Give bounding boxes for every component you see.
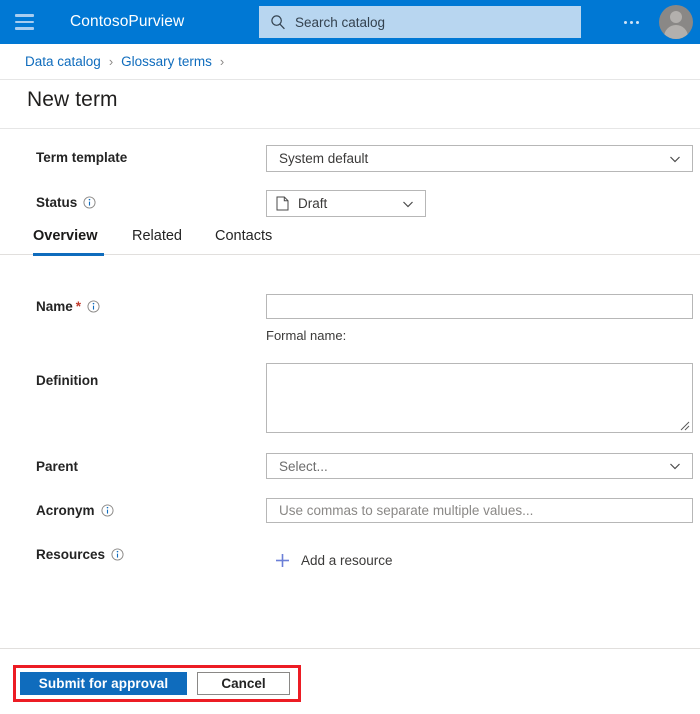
active-tab-indicator bbox=[33, 253, 104, 256]
tab-contacts[interactable]: Contacts bbox=[215, 228, 272, 244]
ellipsis-icon[interactable] bbox=[618, 12, 644, 32]
user-avatar-icon[interactable] bbox=[659, 5, 693, 39]
search-input[interactable]: Search catalog bbox=[259, 6, 581, 38]
cancel-button[interactable]: Cancel bbox=[197, 672, 290, 695]
status-value: Draft bbox=[298, 196, 328, 211]
resources-label: Resources bbox=[36, 547, 124, 562]
chevron-down-icon bbox=[670, 463, 680, 470]
required-marker: * bbox=[75, 299, 82, 314]
search-icon bbox=[271, 15, 285, 30]
acronym-label: Acronym bbox=[36, 503, 114, 518]
acronym-placeholder: Use commas to separate multiple values..… bbox=[279, 503, 534, 518]
chevron-down-icon bbox=[403, 201, 413, 207]
acronym-input[interactable]: Use commas to separate multiple values..… bbox=[266, 498, 693, 523]
term-template-value: System default bbox=[279, 151, 369, 166]
definition-label: Definition bbox=[36, 373, 99, 388]
info-icon[interactable] bbox=[87, 300, 100, 313]
tabs-divider bbox=[0, 254, 700, 255]
parent-select[interactable]: Select... bbox=[266, 453, 693, 479]
parent-value: Select... bbox=[279, 458, 328, 474]
status-select[interactable]: Draft bbox=[266, 190, 426, 217]
add-resource-button[interactable]: Add a resource bbox=[274, 552, 393, 569]
breadcrumb-separator-icon: › bbox=[219, 54, 225, 69]
info-icon[interactable] bbox=[100, 504, 114, 517]
breadcrumb-item-glossary-terms[interactable]: Glossary terms bbox=[121, 54, 212, 69]
footer-divider bbox=[0, 648, 700, 649]
resize-grip-icon[interactable] bbox=[678, 419, 690, 431]
tab-overview[interactable]: Overview bbox=[33, 228, 98, 244]
add-resource-label: Add a resource bbox=[301, 553, 393, 568]
app-brand-title: ContosoPurview bbox=[70, 13, 185, 30]
tab-related[interactable]: Related bbox=[132, 228, 182, 244]
info-icon[interactable] bbox=[111, 548, 124, 561]
top-navigation-bar: ContosoPurview Search catalog bbox=[0, 0, 700, 44]
parent-label: Parent bbox=[36, 459, 79, 474]
formal-name-helper: Formal name: bbox=[266, 328, 347, 343]
tab-bar: Overview Related Contacts bbox=[0, 228, 700, 262]
term-template-select[interactable]: System default bbox=[266, 145, 693, 172]
info-icon[interactable] bbox=[83, 196, 96, 209]
submit-for-approval-button[interactable]: Submit for approval bbox=[20, 672, 187, 695]
term-template-label: Term template bbox=[36, 150, 128, 165]
name-input[interactable] bbox=[266, 294, 693, 319]
breadcrumb: Data catalog › Glossary terms › bbox=[0, 44, 700, 80]
name-label: Name * bbox=[36, 299, 100, 314]
hamburger-menu-icon[interactable] bbox=[0, 0, 48, 44]
definition-textarea[interactable] bbox=[266, 363, 693, 433]
page-title: New term bbox=[27, 88, 118, 111]
title-divider bbox=[0, 128, 700, 129]
search-placeholder: Search catalog bbox=[295, 14, 386, 30]
breadcrumb-separator-icon: › bbox=[108, 54, 114, 69]
status-label: Status bbox=[36, 195, 96, 210]
document-icon bbox=[276, 196, 289, 211]
plus-icon bbox=[276, 554, 289, 567]
breadcrumb-item-data-catalog[interactable]: Data catalog bbox=[25, 54, 101, 69]
chevron-down-icon bbox=[670, 156, 680, 162]
